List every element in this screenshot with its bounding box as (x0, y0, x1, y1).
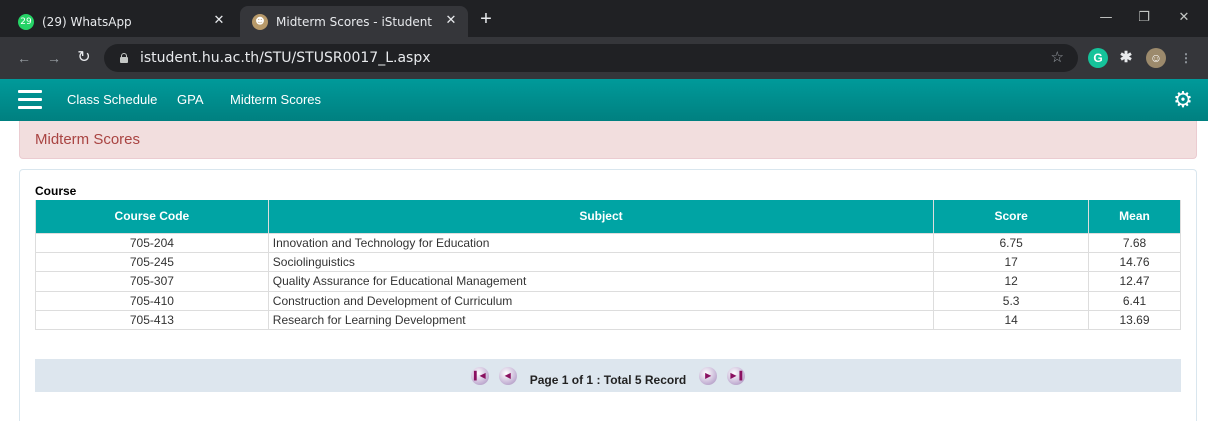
bookmark-star-icon[interactable]: ☆ (1051, 48, 1064, 66)
subject: Research for Learning Development (267, 310, 935, 331)
restore-icon[interactable]: ❐ (1124, 6, 1164, 30)
table-row: 705-413 Research for Learning Developmen… (35, 310, 1181, 331)
mean: 14.76 (1088, 251, 1181, 273)
mean: 7.68 (1088, 232, 1181, 253)
mean: 12.47 (1088, 271, 1181, 292)
course-code: 705-204 (35, 232, 269, 253)
next-page-icon[interactable]: ▶ (699, 366, 718, 385)
score: 5.3 (933, 290, 1090, 312)
tab-title: (29) WhatsApp (42, 14, 132, 29)
scores-table: Course Code Subject Score Mean 705-204 I… (35, 200, 1181, 331)
previous-page-icon[interactable]: ◀ (498, 366, 517, 385)
back-icon[interactable]: ← (14, 48, 34, 68)
browser-tab-strip: 29 (29) WhatsApp ✕ ☻ Midterm Scores - iS… (0, 0, 1208, 37)
tab-whatsapp[interactable]: 29 (29) WhatsApp ✕ (6, 6, 236, 37)
mean: 13.69 (1088, 310, 1181, 331)
nav-link-gpa[interactable]: GPA (177, 92, 204, 107)
table-header-row: Course Code Subject Score Mean (35, 200, 1181, 234)
course-code: 705-410 (35, 290, 269, 312)
course-code: 705-307 (35, 271, 269, 292)
tab-midterm-scores[interactable]: ☻ Midterm Scores - iStudent ✕ (240, 6, 468, 37)
column-header: Subject (267, 200, 935, 234)
hamburger-menu-icon[interactable] (18, 90, 42, 110)
last-page-icon[interactable]: ▶▐ (727, 366, 746, 385)
extensions-icon[interactable]: ✱ (1116, 48, 1136, 68)
score: 6.75 (933, 232, 1090, 253)
pager: ▌◀ ◀ Page 1 of 1 : Total 5 Record ▶ ▶▐ (35, 359, 1181, 392)
istudent-icon: ☻ (252, 13, 268, 30)
pager-info: Page 1 of 1 : Total 5 Record (529, 372, 687, 387)
column-header: Mean (1088, 200, 1181, 234)
close-icon[interactable]: ✕ (444, 14, 458, 28)
tab-title: Midterm Scores - iStudent (276, 14, 433, 29)
grammarly-icon[interactable]: G (1088, 48, 1108, 68)
subject: Sociolinguistics (267, 251, 935, 273)
address-bar: ← → ↻ istudent.hu.ac.th/STU/STUSR0017_L.… (0, 37, 1208, 79)
mean: 6.41 (1088, 290, 1181, 312)
column-header: Score (933, 200, 1090, 234)
close-icon[interactable]: ✕ (212, 14, 226, 28)
url-text: istudent.hu.ac.th/STU/STUSR0017_L.aspx (140, 50, 431, 66)
window-close-icon[interactable]: ✕ (1164, 6, 1204, 30)
forward-icon[interactable]: → (44, 48, 64, 68)
table-row: 705-410 Construction and Development of … (35, 290, 1181, 312)
nav-link-midterm-scores[interactable]: Midterm Scores (230, 92, 321, 107)
section-title: Course (35, 184, 77, 198)
score: 12 (933, 271, 1090, 292)
page-title: Midterm Scores (19, 121, 1197, 159)
minimize-icon[interactable]: — (1086, 6, 1126, 30)
course-code: 705-413 (35, 310, 269, 331)
table-row: 705-204 Innovation and Technology for Ed… (35, 232, 1181, 253)
course-code: 705-245 (35, 251, 269, 273)
table-row: 705-307 Quality Assurance for Educationa… (35, 271, 1181, 292)
table-row: 705-245 Sociolinguistics 17 14.76 (35, 251, 1181, 273)
reload-icon[interactable]: ↻ (74, 48, 94, 68)
subject: Construction and Development of Curricul… (267, 290, 935, 312)
new-tab-button[interactable]: + (475, 8, 497, 30)
first-page-icon[interactable]: ▌◀ (470, 366, 489, 385)
profile-avatar[interactable]: ☺ (1146, 48, 1166, 68)
column-header: Course Code (35, 200, 269, 234)
nav-link-class-schedule[interactable]: Class Schedule (67, 92, 157, 107)
app-nav-bar: Class Schedule GPA Midterm Scores ⚙ (0, 79, 1208, 121)
menu-icon[interactable]: ⋮ (1176, 48, 1196, 68)
lock-icon (118, 52, 130, 64)
url-input[interactable]: istudent.hu.ac.th/STU/STUSR0017_L.aspx ☆ (104, 44, 1078, 72)
gear-icon[interactable]: ⚙ (1172, 89, 1194, 111)
subject: Quality Assurance for Educational Manage… (267, 271, 935, 292)
whatsapp-icon: 29 (18, 13, 34, 30)
score: 14 (933, 310, 1090, 331)
score: 17 (933, 251, 1090, 273)
subject: Innovation and Technology for Education (267, 232, 935, 253)
